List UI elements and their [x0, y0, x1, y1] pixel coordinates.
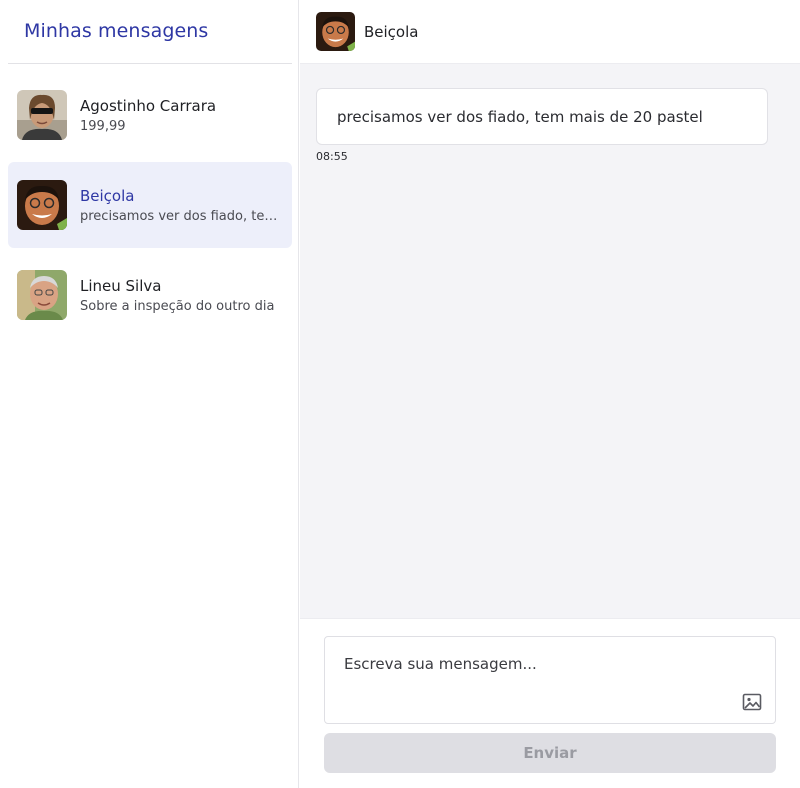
conversation-preview: 199,99 [80, 119, 126, 134]
chat-contact-name: Beiçola [364, 23, 419, 41]
message-input-box [324, 636, 776, 724]
conversation-sidebar: Minhas mensagens Agostinho Carrara 199,9… [0, 0, 299, 788]
send-button[interactable]: Enviar [324, 733, 776, 773]
message-composer: Enviar [300, 618, 800, 788]
message-list: precisamos ver dos fiado, tem mais de 20… [300, 64, 800, 618]
message-text: precisamos ver dos fiado, tem mais de 20… [337, 108, 703, 126]
conversation-item-beicola[interactable]: Beiçola precisamos ver dos fiado, tem ma… [8, 162, 292, 248]
conversation-name: Beiçola [80, 187, 135, 205]
conversation-item-lineu[interactable]: Lineu Silva Sobre a inspeção do outro di… [8, 252, 292, 338]
conversation-name: Agostinho Carrara [80, 97, 217, 115]
image-icon[interactable] [742, 692, 762, 712]
conversation-preview: Sobre a inspeção do outro dia [80, 299, 275, 314]
sidebar-title: Minhas mensagens [24, 20, 209, 42]
avatar [17, 90, 67, 140]
message-timestamp: 08:55 [316, 150, 348, 163]
conversation-list: Agostinho Carrara 199,99 Beiçola precisa… [8, 72, 292, 342]
conversation-name: Lineu Silva [80, 277, 162, 295]
conversation-item-agostinho[interactable]: Agostinho Carrara 199,99 [8, 72, 292, 158]
chat-panel: Beiçola precisamos ver dos fiado, tem ma… [300, 0, 800, 788]
message-input[interactable] [325, 637, 775, 723]
chat-header: Beiçola [300, 0, 800, 64]
avatar [316, 12, 355, 51]
sidebar-divider [8, 63, 292, 64]
avatar [17, 270, 67, 320]
avatar [17, 180, 67, 230]
conversation-preview: precisamos ver dos fiado, tem mais de 20… [80, 209, 284, 224]
message-bubble: precisamos ver dos fiado, tem mais de 20… [316, 88, 768, 145]
